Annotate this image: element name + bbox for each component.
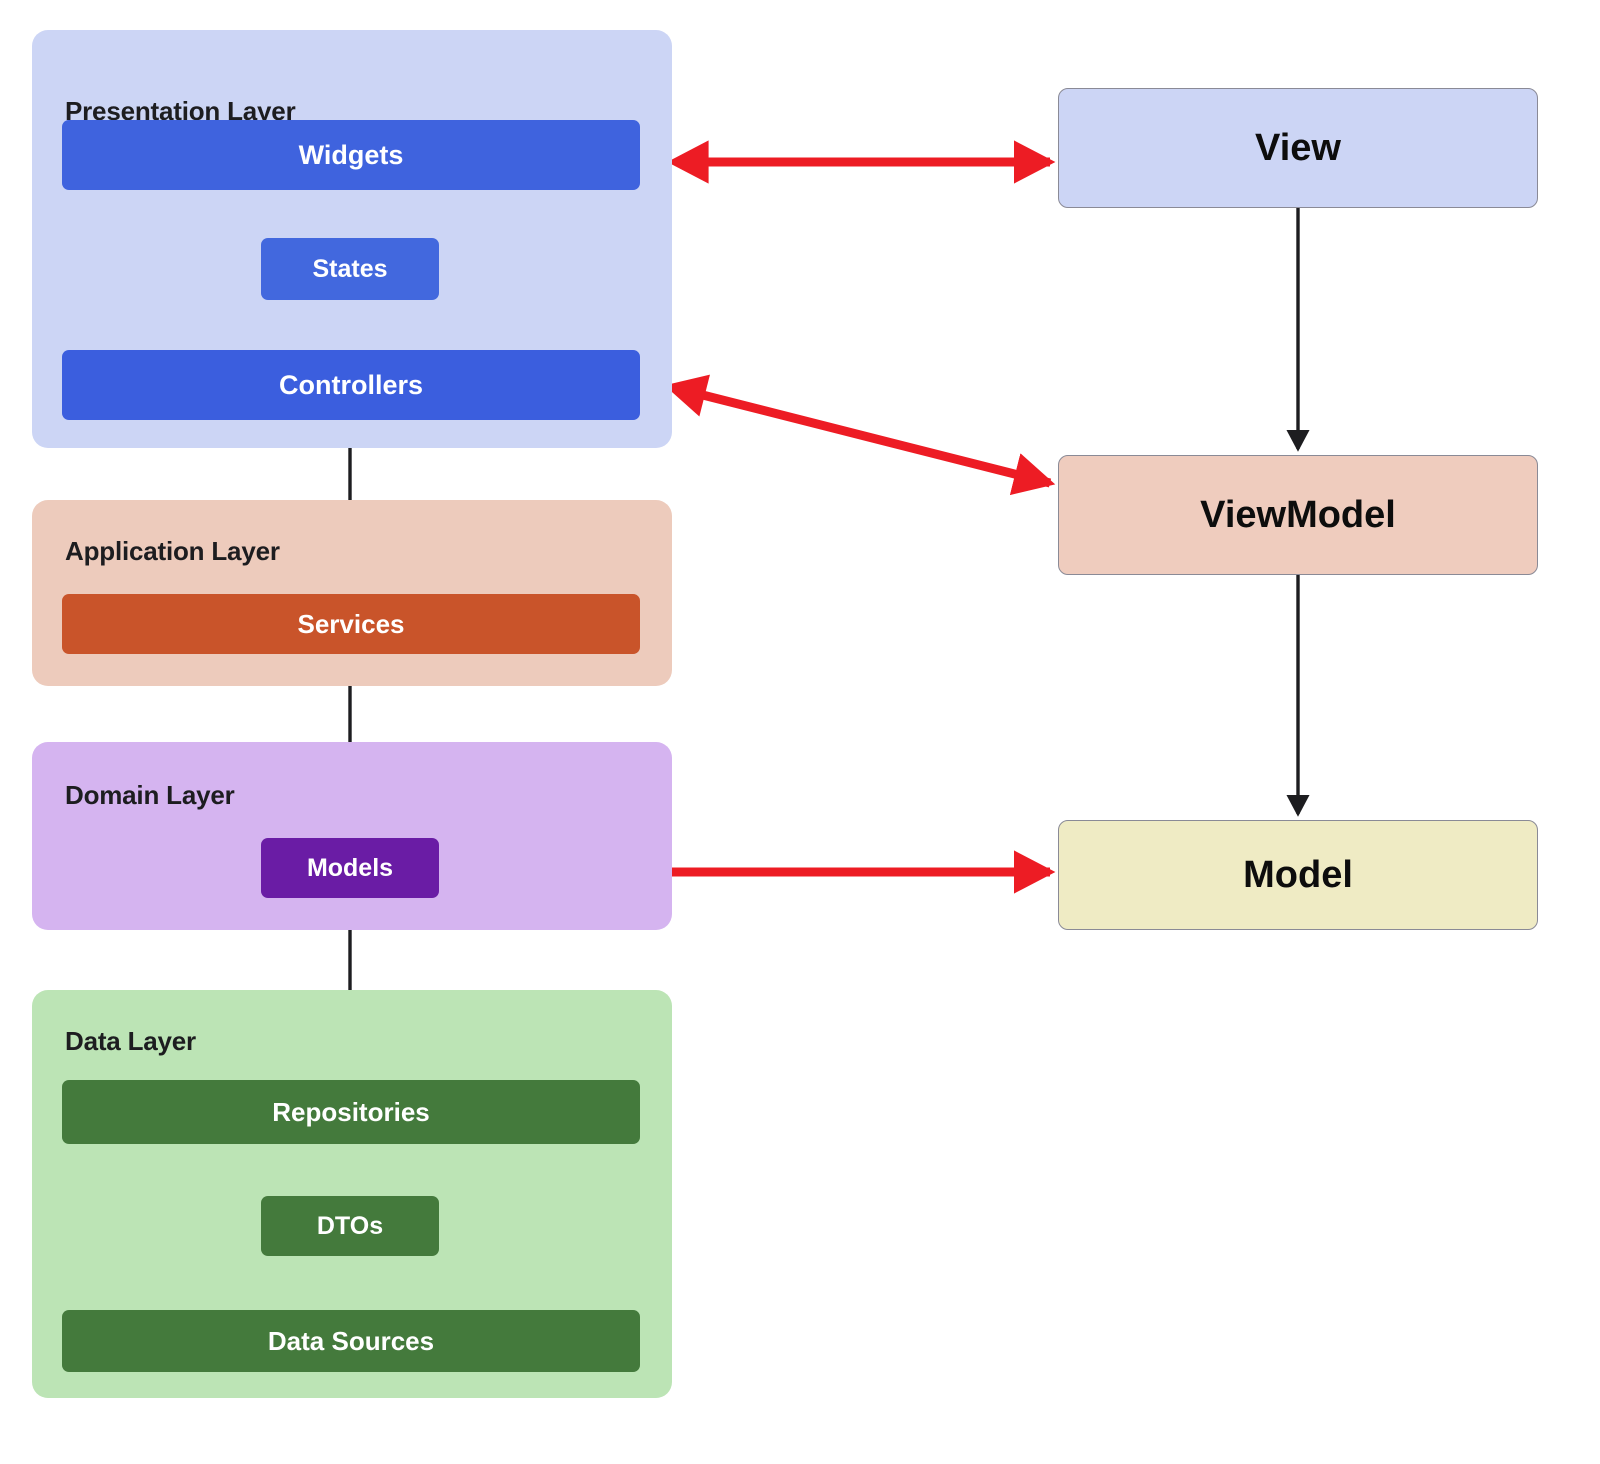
node-controllers[interactable]: Controllers <box>62 350 640 420</box>
layer-domain-title: Domain Layer <box>65 780 235 810</box>
node-repositories[interactable]: Repositories <box>62 1080 640 1144</box>
node-view[interactable]: View <box>1058 88 1538 208</box>
node-services-label: Services <box>297 608 405 639</box>
node-view-label: View <box>1255 126 1341 169</box>
arrow-controllers-viewmodel-mapping <box>664 374 1056 496</box>
node-services[interactable]: Services <box>62 594 640 654</box>
layer-application[interactable]: Application Layer <box>32 500 672 686</box>
node-data-sources-label: Data Sources <box>267 1325 435 1356</box>
node-model[interactable]: Model <box>1058 820 1538 930</box>
node-widgets-label: Widgets <box>298 139 404 170</box>
diagram-canvas: Presentation Layer Widgets States Contro… <box>0 0 1600 1464</box>
node-viewmodel[interactable]: ViewModel <box>1058 455 1538 575</box>
node-repositories-label: Repositories <box>272 1096 430 1127</box>
node-states-label: States <box>312 254 388 283</box>
layer-domain[interactable]: Domain Layer <box>32 742 672 930</box>
node-states[interactable]: States <box>261 238 439 300</box>
node-widgets[interactable]: Widgets <box>62 120 640 190</box>
node-controllers-label: Controllers <box>278 369 424 400</box>
layer-data-title: Data Layer <box>65 1026 196 1056</box>
node-data-sources[interactable]: Data Sources <box>62 1310 640 1372</box>
node-dtos[interactable]: DTOs <box>261 1196 439 1256</box>
node-models[interactable]: Models <box>261 838 439 898</box>
node-models-label: Models <box>306 853 394 882</box>
layer-application-title: Application Layer <box>65 536 280 566</box>
node-viewmodel-label: ViewModel <box>1200 493 1396 536</box>
node-dtos-label: DTOs <box>316 1211 384 1240</box>
node-model-label: Model <box>1243 853 1353 896</box>
